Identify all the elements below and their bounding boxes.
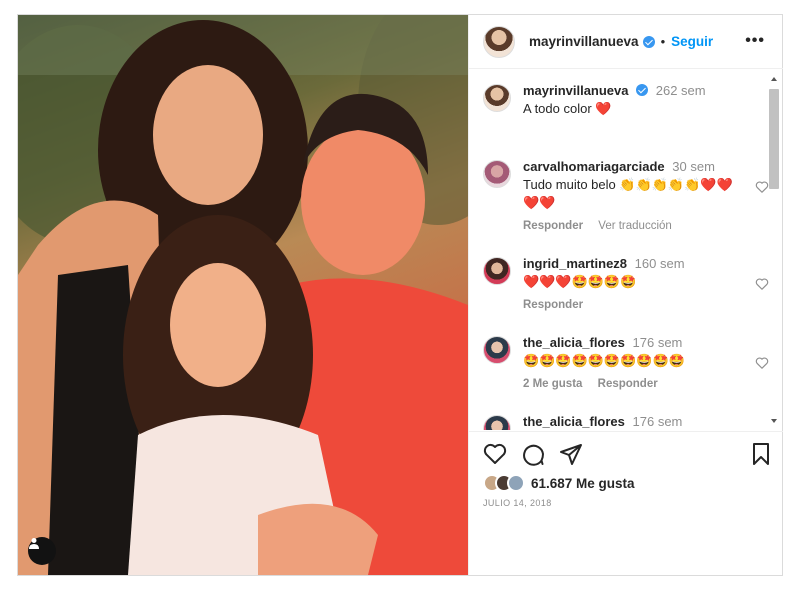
comment-avatar[interactable] xyxy=(483,257,511,285)
tag-people-button[interactable] xyxy=(28,537,56,565)
more-options-button[interactable]: ••• xyxy=(745,32,765,50)
post-dialog: mayrinvillanueva • Seguir ••• mayrinvill… xyxy=(17,14,783,576)
caption-username[interactable]: mayrinvillanueva xyxy=(523,83,629,98)
user-tag-icon xyxy=(29,538,39,549)
comment-username[interactable]: carvalhomariagarciade xyxy=(523,159,665,174)
comment-icon[interactable] xyxy=(521,442,545,466)
liker-avatar xyxy=(507,474,525,492)
comment-time[interactable]: 30 sem xyxy=(672,159,715,174)
reply-button[interactable]: Responder xyxy=(523,220,583,232)
bookmark-icon[interactable] xyxy=(749,442,773,466)
follow-button[interactable]: Seguir xyxy=(671,34,713,49)
comment-text: Tudo muito belo 👏👏👏👏👏❤️❤️❤️❤️ xyxy=(523,177,733,210)
comments-scrollbar[interactable] xyxy=(768,73,780,427)
verified-badge-icon xyxy=(636,84,649,96)
likes-summary[interactable]: 61.687 Me gusta xyxy=(483,474,635,492)
comment-text: ❤️❤️❤️🤩🤩🤩🤩 xyxy=(523,274,637,289)
comment-time[interactable]: 176 sem xyxy=(633,335,683,350)
comment-avatar[interactable] xyxy=(483,415,511,430)
caption-avatar[interactable] xyxy=(483,84,511,112)
heart-icon[interactable] xyxy=(755,356,769,370)
post-header: mayrinvillanueva • Seguir ••• xyxy=(469,15,783,69)
share-icon[interactable] xyxy=(559,442,583,466)
caption-emoji: ❤️ xyxy=(595,101,612,116)
reply-button[interactable]: Responder xyxy=(598,378,658,390)
post-side-panel: mayrinvillanueva • Seguir ••• mayrinvill… xyxy=(468,15,783,575)
reply-button[interactable]: Responder xyxy=(523,299,583,311)
caption-time[interactable]: 262 sem xyxy=(656,83,706,98)
comment-time[interactable]: 160 sem xyxy=(635,256,685,271)
photo-illustration xyxy=(18,15,468,575)
comment-username[interactable]: the_alicia_flores xyxy=(523,414,625,429)
comment-text: 🤩🤩🤩🤩🤩🤩🤩🤩🤩🤩 xyxy=(523,353,685,368)
comments-list: mayrinvillanueva 262 sem A todo color ❤️… xyxy=(469,70,783,430)
scroll-down-arrow-icon[interactable] xyxy=(771,419,777,423)
comment-username[interactable]: ingrid_martinez8 xyxy=(523,256,627,271)
comment-likes-count[interactable]: 2 Me gusta xyxy=(523,378,582,390)
verified-badge-icon xyxy=(642,35,655,48)
post-photo[interactable] xyxy=(18,15,468,575)
action-icons-bar xyxy=(483,442,773,468)
post-actions-section: 61.687 Me gusta JULIO 14, 2018 xyxy=(469,431,783,575)
comment-username[interactable]: the_alicia_flores xyxy=(523,335,625,350)
author-username[interactable]: mayrinvillanueva xyxy=(529,34,639,49)
heart-icon[interactable] xyxy=(755,277,769,291)
scrollbar-thumb[interactable] xyxy=(769,89,779,189)
caption-text: A todo color xyxy=(523,101,592,116)
scroll-up-arrow-icon[interactable] xyxy=(771,77,777,81)
separator-dot: • xyxy=(660,34,666,49)
comment-time[interactable]: 176 sem xyxy=(633,414,683,429)
heart-icon[interactable] xyxy=(483,442,507,466)
heart-icon[interactable] xyxy=(755,180,769,194)
post-date[interactable]: JULIO 14, 2018 xyxy=(483,498,552,508)
author-avatar[interactable] xyxy=(483,25,515,58)
see-translation-button[interactable]: Ver traducción xyxy=(598,220,672,232)
likes-count[interactable]: 61.687 Me gusta xyxy=(531,476,635,491)
comment-avatar[interactable] xyxy=(483,160,511,188)
comment-avatar[interactable] xyxy=(483,336,511,364)
